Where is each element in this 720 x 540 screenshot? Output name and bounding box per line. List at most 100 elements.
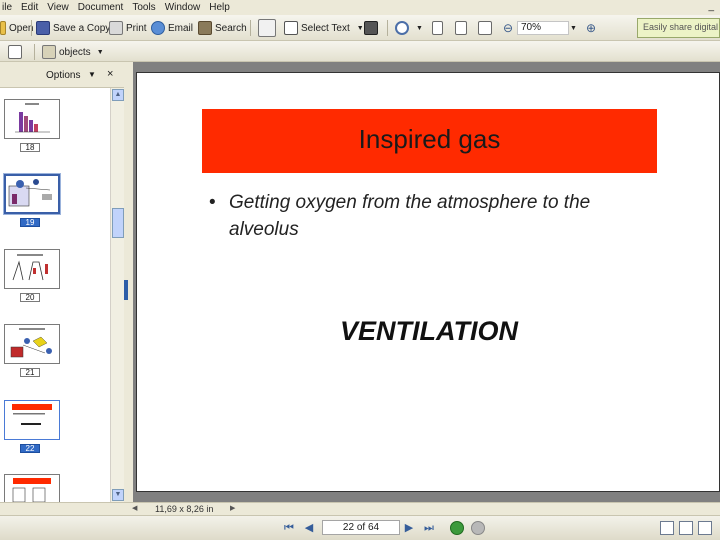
zoom-dropdown[interactable]: ▼ [570,19,577,37]
scroll-up-icon[interactable]: ▲ [112,89,124,101]
thumbnail-18[interactable] [4,99,60,139]
page-number-field[interactable]: 22 of 64 [322,520,400,535]
select-text-button[interactable]: Select Text ▼ [284,19,364,37]
thumbnail-number: 20 [20,293,40,302]
thumbnail-image [12,254,48,281]
thumbnail-23[interactable] [4,474,60,502]
thumbnail-number: 18 [20,143,40,152]
thumbnail-19[interactable] [4,174,60,214]
thumbnail-20[interactable] [4,249,60,289]
minus-icon: ⊖ [503,21,514,35]
go-forward-icon[interactable] [471,521,485,535]
menu-window[interactable]: Window [163,2,208,13]
previous-page-icon[interactable]: ◀ [302,521,316,535]
thumbnail-number: 19 [20,218,40,227]
chevron-down-icon: ▼ [570,24,577,32]
slide-heading: VENTILATION [340,316,518,346]
email-icon [151,21,165,35]
thumbnail-scrollbar[interactable]: ▲ ▼ [110,88,124,502]
scroll-left-icon[interactable]: ◀ [132,504,142,514]
first-page-icon[interactable]: ⏮ [282,521,296,535]
print-icon [109,21,123,35]
hand-icon [258,19,276,37]
menu-help[interactable]: Help [207,2,237,13]
go-back-icon[interactable] [450,521,464,535]
menu-bar: ile Edit View Document Tools Window Help… [0,0,720,15]
scroll-down-icon[interactable]: ▼ [112,489,124,501]
search-label: Search [215,22,247,34]
document-page: Inspired gas • Getting oxygen from the a… [136,72,720,492]
zoom-in-button[interactable]: ▼ [395,19,423,37]
text-cursor-icon [284,21,298,35]
secondary-toolbar: objects ▼ [0,41,720,62]
continuous-icon[interactable] [679,521,693,535]
hand-tool-button[interactable] [258,19,276,37]
splitter-handle[interactable] [124,280,128,300]
thumbnail-image [12,478,51,502]
save-icon [36,21,50,35]
close-icon[interactable]: × [107,68,113,80]
open-button[interactable]: Open [0,19,33,37]
menu-view[interactable]: View [45,2,76,13]
thumbnail-22[interactable] [4,400,60,440]
fit-page-button[interactable] [455,19,467,37]
scroll-right-icon[interactable]: ▶ [230,504,240,514]
actual-size-button[interactable] [432,19,443,37]
thumbnail-number: 22 [20,444,40,453]
last-page-icon[interactable]: ⏭ [422,521,436,535]
save-copy-label: Save a Copy [53,22,111,34]
fit-width-button[interactable] [478,19,492,37]
menu-document[interactable]: Document [76,2,131,13]
separator [387,20,388,36]
chevron-down-icon: ▼ [416,24,423,32]
plus-icon: ⊕ [586,21,597,35]
bullet-text: Getting oxygen from the atmosphere to th… [229,192,591,240]
next-page-icon[interactable]: ▶ [402,521,416,535]
thumbnail-image [15,103,50,133]
thumbnail-list: 18 19 20 21 22 [0,88,110,502]
panel-splitter[interactable] [124,62,133,502]
edit-object-button[interactable] [8,43,22,61]
scroll-thumb[interactable] [112,208,124,238]
separator [31,20,32,36]
slide-title: Inspired gas [358,124,501,154]
folder-icon [0,21,6,35]
options-menu[interactable]: Options [46,70,80,81]
slide-title-banner: Inspired gas [202,109,657,173]
menu-file[interactable]: ile [0,2,19,13]
print-button[interactable]: Print [109,19,147,37]
menu-edit[interactable]: Edit [19,2,45,13]
select-text-label: Select Text [301,22,350,34]
minimize-button[interactable]: _ [708,1,714,12]
email-label: Email [168,22,194,34]
snapshot-button[interactable] [364,19,378,37]
navigation-bar: ⏮ ◀ 22 of 64 ▶ ⏭ [0,515,720,540]
chevron-down-icon[interactable]: ▼ [88,70,96,79]
save-copy-button[interactable]: Save a Copy [36,19,110,37]
objects-label: objects [59,46,91,58]
thumbnail-number: 21 [20,368,40,377]
thumbnail-image [10,328,52,358]
objects-icon [42,45,56,59]
zoom-icon [395,21,409,35]
email-button[interactable]: Email [151,19,193,37]
objects-button[interactable]: objects ▼ [42,43,104,61]
fit-page-icon [455,21,467,35]
facing-pages-icon[interactable] [698,521,712,535]
zoom-out-button[interactable]: ⊖ [503,19,513,37]
search-button[interactable]: Search [198,19,247,37]
chevron-down-icon: ▼ [356,24,364,32]
help-tip[interactable]: Easily share digital photos [637,18,720,38]
panel-header: Options ▼ × [0,62,124,88]
zoom-plus-button[interactable]: ⊕ [586,19,596,37]
single-page-icon[interactable] [660,521,674,535]
page-size: 11,69 x 8,26 in [155,504,214,514]
main-toolbar: Open Save a Copy Print Email Search Sele… [0,15,720,41]
status-bar: ◀ 11,69 x 8,26 in ▶ [0,502,720,515]
zoom-input[interactable]: 70% [517,21,569,35]
thumbnail-21[interactable] [4,324,60,364]
print-label: Print [126,22,147,34]
open-label: Open [9,22,34,34]
menu-tools[interactable]: Tools [130,2,162,13]
edit-icon [8,45,22,59]
